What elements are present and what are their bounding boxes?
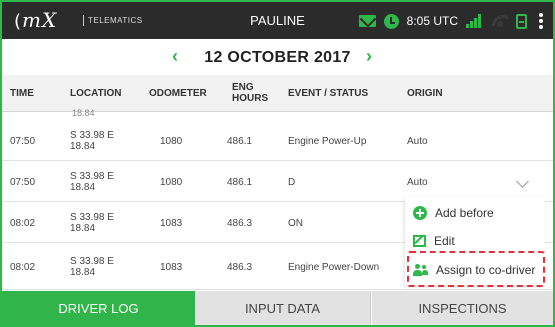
plus-circle-icon — [413, 206, 427, 220]
partial-row-text: 18.84 — [72, 108, 95, 118]
clock-time: 8:05 UTC — [406, 14, 458, 28]
wifi-icon — [492, 15, 508, 27]
cell-odometer: 1083 — [160, 262, 183, 273]
column-header-time: TIME — [10, 88, 34, 99]
cell-odometer: 1080 — [160, 177, 183, 188]
clock-icon — [383, 13, 399, 29]
more-options-icon[interactable] — [539, 13, 543, 29]
bottom-tabs: DRIVER LOG INPUT DATA INSPECTIONS — [2, 291, 553, 325]
cell-location: S 33.98 E 18.84 — [70, 171, 114, 193]
cell-odometer: 1083 — [160, 218, 183, 229]
date-navigation: ‹ 12 OCTOBER 2017 › — [2, 39, 553, 75]
table-row[interactable]: 07:50 S 33.98 E 18.84 1080 486.1 Engine P… — [2, 121, 553, 161]
edit-icon — [413, 235, 426, 247]
cell-time: 07:50 — [10, 177, 36, 188]
mail-icon[interactable] — [358, 15, 376, 27]
next-day-button[interactable]: › — [366, 46, 372, 67]
column-header-event: EVENT / STATUS — [288, 88, 369, 99]
tab-input-data[interactable]: INPUT DATA — [195, 291, 371, 325]
cell-location: S 33.98 E 18.84 — [70, 256, 114, 278]
column-header-origin: ORIGIN — [407, 88, 443, 99]
device-icon[interactable] — [516, 13, 527, 29]
cell-time: 08:02 — [10, 262, 36, 273]
tab-inspections[interactable]: INSPECTIONS — [372, 291, 553, 325]
cell-location: S 33.98 E 18.84 — [70, 130, 114, 152]
signal-icon — [466, 14, 484, 28]
column-header-location: LOCATION — [70, 88, 122, 99]
cell-eng-hours: 486.1 — [227, 136, 253, 147]
cell-location: S 33.98 E 18.84 — [70, 212, 114, 234]
chevron-down-icon[interactable] — [516, 175, 529, 188]
cell-time: 07:50 — [10, 136, 36, 147]
cell-origin: Auto — [407, 177, 428, 188]
current-date: 12 OCTOBER 2017 — [204, 49, 351, 66]
cell-event: Engine Power-Up — [288, 136, 367, 147]
cell-odometer: 1080 — [160, 136, 183, 147]
highlight-box — [407, 251, 545, 287]
add-before-menu-item[interactable]: Add before — [413, 206, 494, 220]
cell-event: D — [288, 177, 296, 188]
column-header-odometer: ODOMETER — [149, 88, 207, 99]
edit-menu-item[interactable]: Edit — [413, 234, 455, 248]
cell-eng-hours: 486.3 — [227, 218, 253, 229]
column-header-eng-hours: ENG HOURS — [232, 82, 269, 104]
cell-origin: Auto — [407, 136, 428, 147]
table-header: TIME LOCATION ODOMETER ENG HOURS EVENT /… — [2, 75, 553, 112]
cell-event: Engine Power-Down — [288, 262, 380, 273]
top-status-bar: (mX TELEMATICS PAULINE 8:05 UTC — [2, 2, 553, 39]
cell-event: ON — [288, 218, 303, 229]
table-row[interactable]: 07:50 S 33.98 E 18.84 1080 486.1 D Auto — [2, 162, 553, 202]
cell-time: 08:02 — [10, 218, 36, 229]
cell-eng-hours: 486.1 — [227, 177, 253, 188]
cell-eng-hours: 486.3 — [227, 262, 253, 273]
tab-driver-log[interactable]: DRIVER LOG — [2, 291, 195, 325]
status-icons: 8:05 UTC — [358, 11, 543, 31]
